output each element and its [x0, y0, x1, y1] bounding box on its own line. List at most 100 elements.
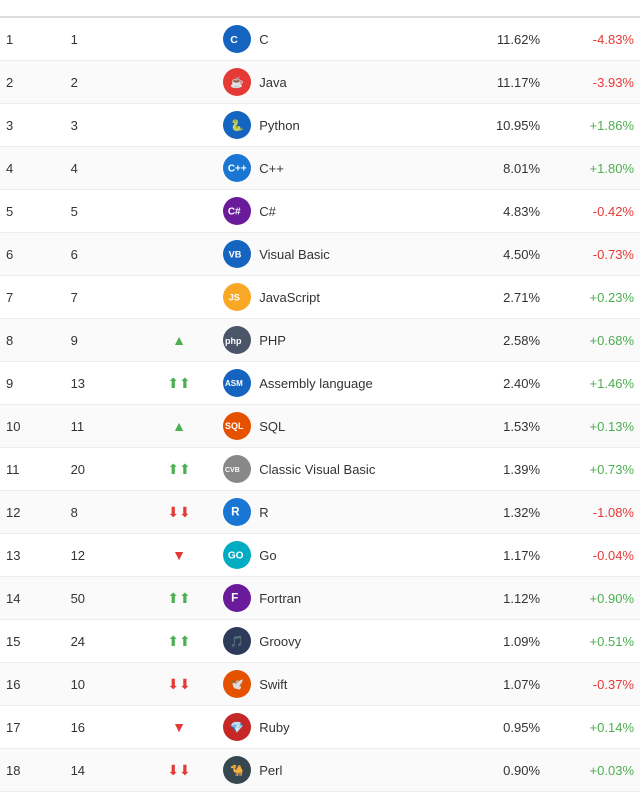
- rank-2021: 7: [0, 276, 65, 319]
- table-row: 6 6 VB Visual Basic 4.50% -0.73%: [0, 233, 640, 276]
- svg-text:php: php: [225, 336, 242, 346]
- ratings-change: -0.04%: [546, 534, 640, 577]
- table-row: 3 3 🐍 Python 10.95% +1.86%: [0, 104, 640, 147]
- lang-name: Swift: [259, 677, 287, 692]
- change-indicator: ▼: [141, 706, 217, 749]
- ratings-value: 0.90%: [452, 749, 546, 792]
- table-row: 2 2 ☕ Java 11.17% -3.93%: [0, 61, 640, 104]
- header-change: [141, 0, 217, 17]
- header-change2: [546, 0, 640, 17]
- ratings-value: 2.71%: [452, 276, 546, 319]
- table-row: 14 50 ⬆⬆ F Fortran 1.12% +0.90%: [0, 577, 640, 620]
- lang-icon: 🕊️: [223, 670, 251, 698]
- ratings-value: 1.17%: [452, 534, 546, 577]
- rank-2020: 8: [65, 491, 141, 534]
- rank-2020: 3: [65, 104, 141, 147]
- rank-2020: 16: [65, 706, 141, 749]
- change-indicator: [141, 233, 217, 276]
- rank-2020: 50: [65, 577, 141, 620]
- language-cell: php PHP: [217, 319, 452, 362]
- lang-name: Python: [259, 118, 299, 133]
- rank-2020: 5: [65, 190, 141, 233]
- lang-icon: ☕: [223, 68, 251, 96]
- table-row: 13 12 ▼ GO Go 1.17% -0.04%: [0, 534, 640, 577]
- ratings-change: +0.03%: [546, 749, 640, 792]
- lang-icon: C#: [223, 197, 251, 225]
- ratings-value: 2.58%: [452, 319, 546, 362]
- lang-name: Visual Basic: [259, 247, 330, 262]
- lang-name: C++: [259, 161, 284, 176]
- language-cell: JS JavaScript: [217, 276, 452, 319]
- ratings-change: +0.23%: [546, 276, 640, 319]
- ratings-value: 1.09%: [452, 620, 546, 663]
- lang-name: Groovy: [259, 634, 301, 649]
- lang-icon: 🐍: [223, 111, 251, 139]
- ratings-value: 4.83%: [452, 190, 546, 233]
- rank-2020: 24: [65, 620, 141, 663]
- ratings-value: 2.40%: [452, 362, 546, 405]
- language-cell: R R: [217, 491, 452, 534]
- rank-2020: 13: [65, 362, 141, 405]
- language-cell: ☕ Java: [217, 61, 452, 104]
- lang-icon: 💎: [223, 713, 251, 741]
- language-cell: C++ C++: [217, 147, 452, 190]
- lang-icon: 🐪: [223, 756, 251, 784]
- change-indicator: [141, 17, 217, 61]
- language-cell: CVB Classic Visual Basic: [217, 448, 452, 491]
- ratings-change: -4.83%: [546, 17, 640, 61]
- change-indicator: [141, 147, 217, 190]
- ratings-change: +1.46%: [546, 362, 640, 405]
- ratings-change: -0.73%: [546, 233, 640, 276]
- lang-name: R: [259, 505, 268, 520]
- ratings-change: -0.42%: [546, 190, 640, 233]
- change-indicator: [141, 61, 217, 104]
- ratings-change: +0.14%: [546, 706, 640, 749]
- lang-icon: VB: [223, 240, 251, 268]
- svg-text:GO: GO: [228, 551, 244, 562]
- ratings-value: 1.32%: [452, 491, 546, 534]
- lang-name: C: [259, 32, 268, 47]
- rank-2021: 13: [0, 534, 65, 577]
- ratings-value: 8.01%: [452, 147, 546, 190]
- lang-icon: C: [223, 25, 251, 53]
- rank-2021: 15: [0, 620, 65, 663]
- ratings-change: -1.08%: [546, 491, 640, 534]
- svg-text:C: C: [230, 34, 238, 46]
- rank-2021: 6: [0, 233, 65, 276]
- ratings-value: 0.95%: [452, 706, 546, 749]
- svg-text:CVB: CVB: [225, 467, 240, 474]
- rank-2020: 4: [65, 147, 141, 190]
- ratings-change: +1.80%: [546, 147, 640, 190]
- table-row: 1 1 C C 11.62% -4.83%: [0, 17, 640, 61]
- language-cell: C# C#: [217, 190, 452, 233]
- table-row: 9 13 ⬆⬆ ASM Assembly language 2.40% +1.4…: [0, 362, 640, 405]
- svg-text:R: R: [231, 505, 240, 518]
- rank-2021: 17: [0, 706, 65, 749]
- ratings-value: 11.62%: [452, 17, 546, 61]
- change-indicator: ▲: [141, 405, 217, 448]
- rank-2020: 20: [65, 448, 141, 491]
- table-row: 17 16 ▼ 💎 Ruby 0.95% +0.14%: [0, 706, 640, 749]
- ratings-change: +1.86%: [546, 104, 640, 147]
- rank-2020: 12: [65, 534, 141, 577]
- rank-2021: 4: [0, 147, 65, 190]
- rank-2020: 14: [65, 749, 141, 792]
- ratings-value: 1.39%: [452, 448, 546, 491]
- rank-2020: 1: [65, 17, 141, 61]
- change-indicator: ▲: [141, 319, 217, 362]
- lang-name: Assembly language: [259, 376, 372, 391]
- change-indicator: ⬆⬆: [141, 620, 217, 663]
- table-row: 7 7 JS JavaScript 2.71% +0.23%: [0, 276, 640, 319]
- header-ratings: [452, 0, 546, 17]
- language-cell: 🎵 Groovy: [217, 620, 452, 663]
- table-row: 16 10 ⬇⬇ 🕊️ Swift 1.07% -0.37%: [0, 663, 640, 706]
- change-indicator: [141, 104, 217, 147]
- rank-2020: 10: [65, 663, 141, 706]
- rank-2020: 2: [65, 61, 141, 104]
- ratings-change: -0.37%: [546, 663, 640, 706]
- svg-text:C#: C#: [228, 206, 241, 217]
- change-indicator: [141, 190, 217, 233]
- svg-text:SQL: SQL: [225, 421, 244, 431]
- lang-name: Fortran: [259, 591, 301, 606]
- svg-text:F: F: [231, 591, 238, 604]
